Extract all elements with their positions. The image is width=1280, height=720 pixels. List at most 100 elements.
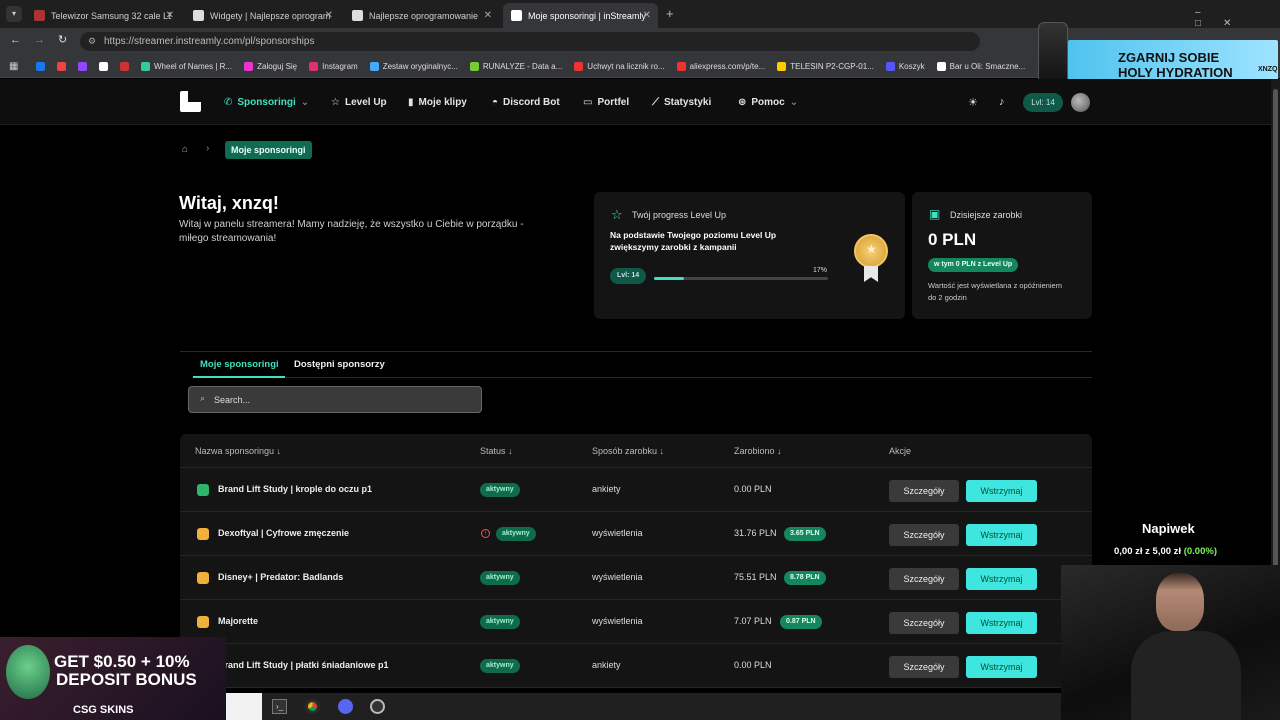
nav-sponsorships[interactable]: ✆ Sponsoringi ⌄ xyxy=(224,97,309,108)
nav-help[interactable]: ⊛ Pomoc ⌄ xyxy=(738,97,798,108)
details-button[interactable]: Szczegóły xyxy=(889,612,959,634)
site-navbar: ✆ Sponsoringi ⌄ ☆ Level Up ▮ Moje klipy ◓ Dis… xyxy=(0,79,1271,125)
webcam-feed xyxy=(1061,565,1280,720)
earnings-note: Wartość jest wyświetlana z opóźnieniem d… xyxy=(928,281,1062,302)
browser-tab[interactable]: Widgety | Najlepsze oprogramo ✕ xyxy=(185,3,340,28)
bookmark-item[interactable]: aliexpress.com/p/te... xyxy=(676,61,765,71)
nav-help-label: Pomoc xyxy=(751,97,785,108)
status-badge: aktywny xyxy=(480,571,520,585)
sponsor-type-icon xyxy=(197,616,209,628)
search-input[interactable]: Search... xyxy=(214,395,250,405)
reload-icon[interactable]: ↻ xyxy=(58,33,67,46)
nav-level-up[interactable]: ☆ Level Up xyxy=(331,97,387,108)
nav-discord[interactable]: ◓ Discord Bot xyxy=(492,97,560,108)
nav-clips[interactable]: ▮ Moje klipy xyxy=(408,97,467,108)
pause-button[interactable]: Wstrzymaj xyxy=(966,612,1037,634)
status-badge: aktywny xyxy=(496,527,536,541)
breadcrumb-separator-icon: › xyxy=(206,143,210,154)
table-row[interactable]: Majorette aktywny wyświetlenia 7.07 PLN 0.87… xyxy=(180,600,1092,644)
tab-my-sponsorships[interactable]: Moje sponsoringi xyxy=(200,359,279,370)
table-row[interactable]: Brand Lift Study | płatki śniadaniowe p1… xyxy=(180,644,1092,688)
back-icon[interactable]: ← xyxy=(10,34,21,46)
bookmark-label: RUNALYZE - Data a... xyxy=(482,61,563,71)
avatar[interactable] xyxy=(1071,93,1090,112)
close-tab-icon[interactable]: ✕ xyxy=(643,10,651,21)
bookmark-item[interactable]: Uchwyt na licznik ro... xyxy=(574,61,665,71)
bell-icon[interactable]: ♪ xyxy=(999,96,1005,108)
earning-mode: wyświetlenia xyxy=(592,572,643,582)
bookmark-item[interactable]: RUNALYZE - Data a... xyxy=(469,61,563,71)
earned-amount: 31.76 PLN xyxy=(734,528,777,538)
theme-toggle-icon[interactable]: ☀ xyxy=(968,96,978,109)
bookmark-item[interactable]: Bar u Oli: Smaczne... xyxy=(936,61,1025,71)
bookmark-item[interactable] xyxy=(57,61,66,71)
tab-search-button[interactable]: ▾ xyxy=(6,6,22,22)
bookmark-favicon-icon xyxy=(936,61,946,71)
col-header-name[interactable]: Nazwa sponsoringu ↓ xyxy=(195,446,281,456)
search-box[interactable]: ⌕ Search... xyxy=(188,386,482,413)
bookmark-item[interactable]: Wheel of Names | R... xyxy=(141,61,232,71)
level-pill[interactable]: Lvl: 14 xyxy=(1023,93,1063,112)
nav-wallet[interactable]: ▭ Portfel xyxy=(583,97,629,108)
today-earnings-card: ▣ Dzisiejsze zarobki 0 PLN w tym 0 PLN z… xyxy=(912,192,1092,319)
obs-icon[interactable] xyxy=(370,699,385,714)
terminal-icon[interactable]: ›_ xyxy=(272,699,287,714)
home-icon[interactable]: ⌂ xyxy=(182,144,188,155)
details-button[interactable]: Szczegóły xyxy=(889,568,959,590)
tab-title: Najlepsze oprogramowanie xyxy=(369,10,479,21)
details-button[interactable]: Szczegóły xyxy=(889,524,959,546)
new-tab-button[interactable]: + xyxy=(666,6,674,21)
forward-icon[interactable]: → xyxy=(34,34,45,46)
close-tab-icon[interactable]: ✕ xyxy=(484,10,492,21)
browser-tab[interactable]: Najlepsze oprogramowanie ✕ xyxy=(344,3,499,28)
breadcrumb-current[interactable]: Moje sponsoringi xyxy=(225,141,312,159)
bookmark-item[interactable] xyxy=(99,61,108,71)
table-row[interactable]: Disney+ | Predator: Badlands aktywny wyświ… xyxy=(180,556,1092,600)
bookmark-label: Zestaw oryginalnyc... xyxy=(382,61,458,71)
close-tab-icon[interactable]: ✕ xyxy=(325,10,333,21)
table-row[interactable]: Dexoftyal | Cyfrowe zmęczenie! aktywny wyś… xyxy=(180,512,1092,556)
bookmark-item[interactable] xyxy=(36,61,45,71)
browser-tab[interactable]: Telewizor Samsung 32 cale LE32 ✕ xyxy=(26,3,181,28)
bookmark-item[interactable]: Koszyk xyxy=(885,61,925,71)
bookmark-item[interactable]: Zaloguj Się xyxy=(244,61,298,71)
close-tab-icon[interactable]: ✕ xyxy=(166,10,174,21)
pause-button[interactable]: Wstrzymaj xyxy=(966,480,1037,502)
pause-button[interactable]: Wstrzymaj xyxy=(966,568,1037,590)
taskbar-search[interactable] xyxy=(226,693,262,720)
levelup-bonus-badge: 8.78 PLN xyxy=(784,571,826,585)
table-row[interactable]: Brand Lift Study | krople do oczu p1 akty… xyxy=(180,468,1092,512)
apps-grid-icon[interactable]: ▦ xyxy=(9,61,18,72)
tab-favicon-icon xyxy=(193,10,204,21)
status-badge: aktywny xyxy=(480,615,520,629)
earned-amount: 0.00 PLN xyxy=(734,660,772,670)
site-info-icon[interactable]: ⚙ xyxy=(88,36,96,47)
browser-tab[interactable]: Moje sponsoringi | inStreamly ✕ xyxy=(503,3,658,28)
col-header-status[interactable]: Status ↓ xyxy=(480,446,513,456)
pause-button[interactable]: Wstrzymaj xyxy=(966,656,1037,678)
tab-available-sponsors[interactable]: Dostępni sponsorzy xyxy=(294,359,385,370)
instreamly-logo[interactable] xyxy=(180,91,201,112)
nav-stats[interactable]: ⟋ Statystyki xyxy=(652,97,711,108)
app-icon[interactable] xyxy=(338,699,353,714)
bookmark-item[interactable]: Zestaw oryginalnyc... xyxy=(369,61,458,71)
status-badge: aktywny xyxy=(480,483,520,497)
bookmark-label: Zaloguj Się xyxy=(257,61,298,71)
bookmark-item[interactable]: Instagram xyxy=(309,61,358,71)
url-field[interactable]: ⚙ https://streamer.instreamly.com/pl/spo… xyxy=(80,32,980,51)
deposit-bonus-overlay: GET $0.50 + 10% DEPOSIT BONUS CSG SKINS xyxy=(0,637,226,720)
col-header-earned[interactable]: Zarobiono ↓ xyxy=(734,446,782,456)
warning-icon: ! xyxy=(481,529,490,538)
col-header-mode[interactable]: Sposób zarobku ↓ xyxy=(592,446,664,456)
details-button[interactable]: Szczegóły xyxy=(889,480,959,502)
chrome-icon[interactable] xyxy=(305,699,320,714)
pause-button[interactable]: Wstrzymaj xyxy=(966,524,1037,546)
bookmark-item[interactable]: TELESIN P2-CGP-01... xyxy=(777,61,874,71)
details-button[interactable]: Szczegóły xyxy=(889,656,959,678)
bookmark-favicon-icon xyxy=(885,61,895,71)
earning-mode: wyświetlenia xyxy=(592,528,643,538)
bookmark-item[interactable] xyxy=(78,61,87,71)
bookmark-item[interactable] xyxy=(120,61,129,71)
chevron-down-icon: ⌄ xyxy=(789,97,799,108)
chevron-down-icon: ⌄ xyxy=(300,97,310,108)
